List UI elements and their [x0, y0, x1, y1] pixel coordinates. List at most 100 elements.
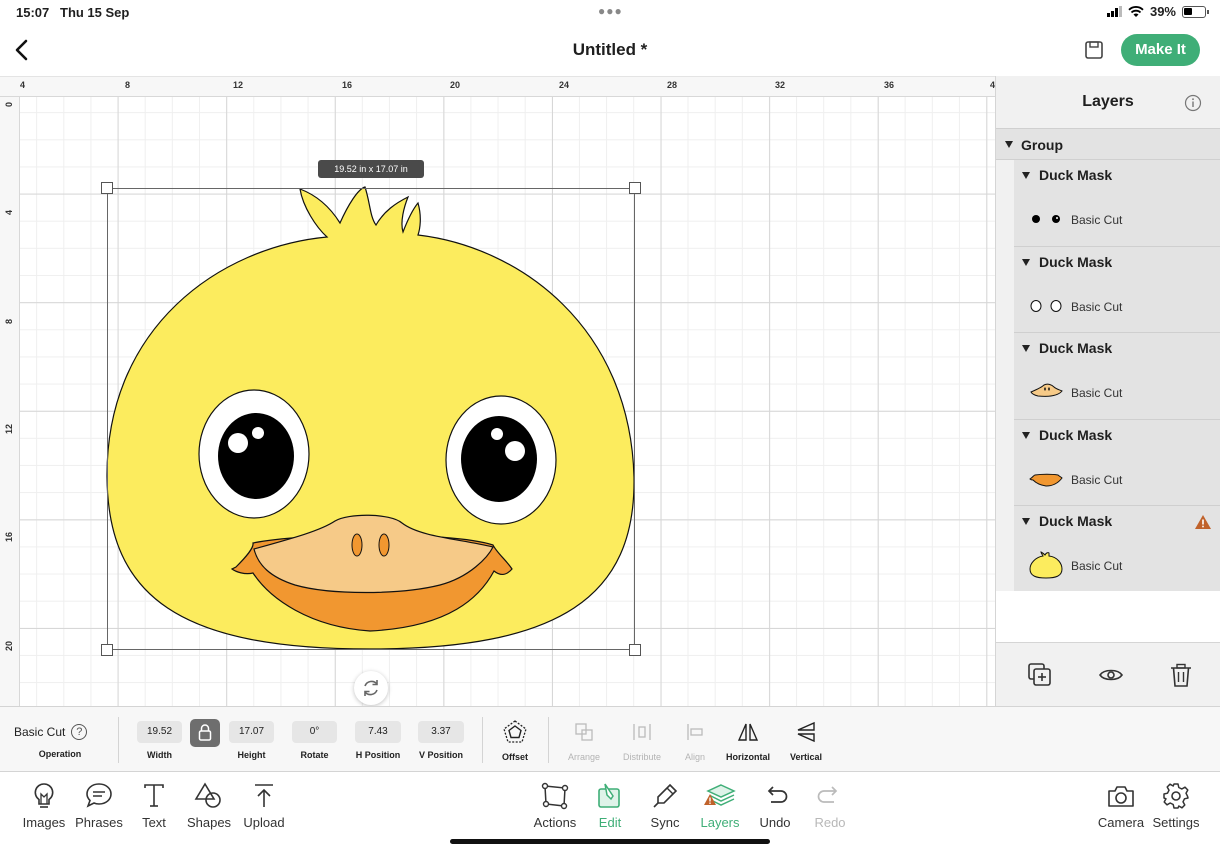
offset-button[interactable]: Offset [496, 719, 534, 762]
nav-sync[interactable]: Sync [635, 780, 695, 830]
layer-group-name: Duck Mask [1039, 426, 1113, 443]
nav-redo-label: Redo [814, 815, 846, 830]
layer-item[interactable]: Duck Mask Basic Cut [1014, 506, 1220, 593]
cellular-signal-icon [1106, 6, 1122, 17]
operation-selector[interactable]: Basic Cut? Operation [14, 723, 106, 759]
nav-actions-label: Actions [533, 815, 577, 830]
make-it-button[interactable]: Make It [1121, 34, 1200, 66]
caret-down-icon[interactable] [1022, 518, 1030, 525]
layer-row[interactable]: Basic Cut [1014, 373, 1220, 413]
status-time: 15:07 [16, 5, 50, 20]
layers-empty-area [996, 591, 1220, 642]
height-field[interactable]: 17.07 Height [229, 721, 274, 760]
text-icon [144, 784, 164, 807]
nav-actions[interactable]: Actions [525, 780, 585, 830]
layer-item[interactable]: Duck Mask Basic Cut [1014, 160, 1220, 247]
visibility-eye-icon[interactable] [1098, 662, 1124, 688]
layer-item[interactable]: Duck Mask Basic Cut [1014, 333, 1220, 420]
toolbar-divider [118, 717, 119, 763]
battery-icon [1182, 5, 1209, 18]
rotate-handle[interactable] [354, 671, 388, 705]
nav-text-label: Text [142, 815, 166, 830]
nav-edit[interactable]: Edit [580, 780, 640, 830]
save-icon[interactable] [1083, 39, 1105, 61]
layer-operation-name: Basic Cut [1071, 386, 1123, 400]
nav-phrases[interactable]: Phrases [69, 780, 129, 830]
v-position-field[interactable]: 3.37 V Position [418, 721, 464, 760]
caret-down-icon[interactable] [1005, 141, 1013, 148]
nav-phrases-label: Phrases [75, 815, 123, 830]
info-icon[interactable] [1184, 94, 1202, 112]
flip-vertical-button[interactable]: Vertical [784, 719, 828, 762]
selection-box[interactable] [107, 188, 635, 650]
distribute-label: Distribute [622, 752, 661, 762]
flip-horizontal-button[interactable]: Horizontal [722, 719, 774, 762]
operation-value: Basic Cut [14, 725, 66, 739]
flip-horizontal-icon [737, 723, 759, 741]
nav-settings[interactable]: Settings [1146, 780, 1206, 830]
layer-item[interactable]: Duck Mask Basic Cut [1014, 246, 1220, 333]
rotate-label: Rotate [300, 750, 329, 760]
layer-item[interactable]: Duck Mask Basic Cut [1014, 419, 1220, 506]
nav-shapes[interactable]: Shapes [179, 780, 239, 830]
trash-icon[interactable] [1168, 662, 1194, 688]
edit-icon [598, 783, 620, 808]
flip-vertical-icon [797, 721, 815, 743]
warning-icon[interactable] [1194, 514, 1212, 530]
width-field[interactable]: 19.52 Width [137, 721, 182, 760]
nav-redo[interactable]: Redo [800, 780, 860, 830]
nav-upload[interactable]: Upload [234, 780, 294, 830]
nav-sync-label: Sync [650, 815, 680, 830]
duplicate-icon[interactable] [1027, 662, 1053, 688]
align-button[interactable]: Align [676, 719, 714, 762]
nav-images[interactable]: Images [14, 780, 74, 830]
h-position-input[interactable]: 7.43 [355, 721, 401, 743]
layer-operation-name: Basic Cut [1071, 472, 1123, 487]
v-position-input[interactable]: 3.37 [418, 721, 464, 743]
aspect-lock-button[interactable] [190, 719, 220, 747]
upload-icon [255, 784, 273, 807]
nav-camera[interactable]: Camera [1091, 780, 1151, 830]
rotate-input[interactable]: 0° [292, 721, 337, 743]
width-input[interactable]: 19.52 [137, 721, 182, 743]
rotate-field[interactable]: 0° Rotate [292, 721, 337, 760]
resize-handle-top-left[interactable] [101, 182, 113, 194]
layer-group-name: Duck Mask [1039, 167, 1113, 183]
operation-label: Operation [38, 749, 82, 759]
layer-row[interactable]: Basic Cut [1014, 200, 1220, 240]
phrases-speech-bubble-icon [86, 783, 112, 808]
redo-icon [817, 786, 838, 803]
layer-group-row[interactable]: Group [996, 128, 1220, 160]
caret-down-icon[interactable] [1022, 258, 1030, 266]
nav-undo-label: Undo [759, 815, 791, 830]
caret-down-icon[interactable] [1022, 431, 1030, 439]
design-canvas[interactable]: 4 8 12 16 20 24 28 32 36 4 0 4 8 12 16 2… [0, 76, 995, 706]
layer-row[interactable]: Basic Cut [1014, 546, 1220, 586]
layer-group-name: Duck Mask [1039, 340, 1113, 356]
resize-handle-bottom-right[interactable] [629, 644, 641, 656]
toolbar-divider [482, 717, 483, 763]
resize-handle-top-right[interactable] [629, 182, 641, 194]
h-position-field[interactable]: 7.43 H Position [355, 721, 401, 760]
layer-group-name: Duck Mask [1039, 253, 1113, 270]
width-label: Width [147, 750, 172, 760]
arrange-button[interactable]: Arrange [562, 719, 606, 762]
multitasking-dots-icon[interactable]: ●●● [598, 4, 623, 18]
home-indicator[interactable] [450, 839, 770, 844]
nav-layers[interactable]: Layers [690, 780, 750, 830]
nav-text[interactable]: Text [124, 780, 184, 830]
resize-handle-bottom-left[interactable] [101, 644, 113, 656]
distribute-button[interactable]: Distribute [618, 719, 666, 762]
caret-down-icon[interactable] [1022, 172, 1030, 179]
nav-undo[interactable]: Undo [745, 780, 805, 830]
beak-top-thumbnail-icon [1030, 383, 1063, 397]
layer-row[interactable]: Basic Cut [1014, 460, 1220, 500]
layer-operation-name: Basic Cut [1071, 299, 1123, 314]
arrange-icon [575, 723, 593, 741]
layer-group-name: Duck Mask [1039, 513, 1113, 529]
height-input[interactable]: 17.07 [229, 721, 274, 743]
edit-toolbar: Basic Cut? Operation 19.52 Width 17.07 H… [0, 706, 1220, 772]
layer-row[interactable]: Basic Cut [1014, 287, 1220, 327]
help-question-icon[interactable]: ? [71, 723, 88, 740]
caret-down-icon[interactable] [1022, 345, 1030, 352]
